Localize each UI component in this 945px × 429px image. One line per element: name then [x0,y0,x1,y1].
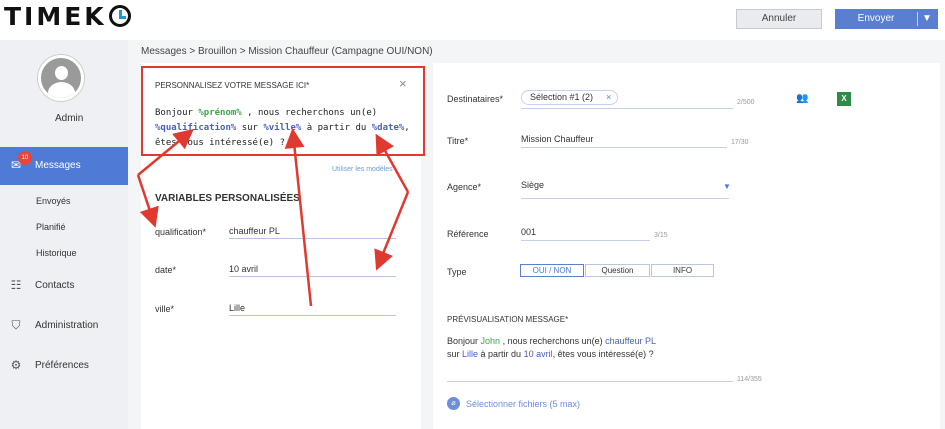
arrow-date-source [375,133,410,193]
arrow-ville [284,128,313,307]
arrow-date [374,191,410,271]
arrow-qualification-source [137,128,194,176]
arrow-qualification [136,174,159,228]
annotation-arrows [136,128,410,307]
